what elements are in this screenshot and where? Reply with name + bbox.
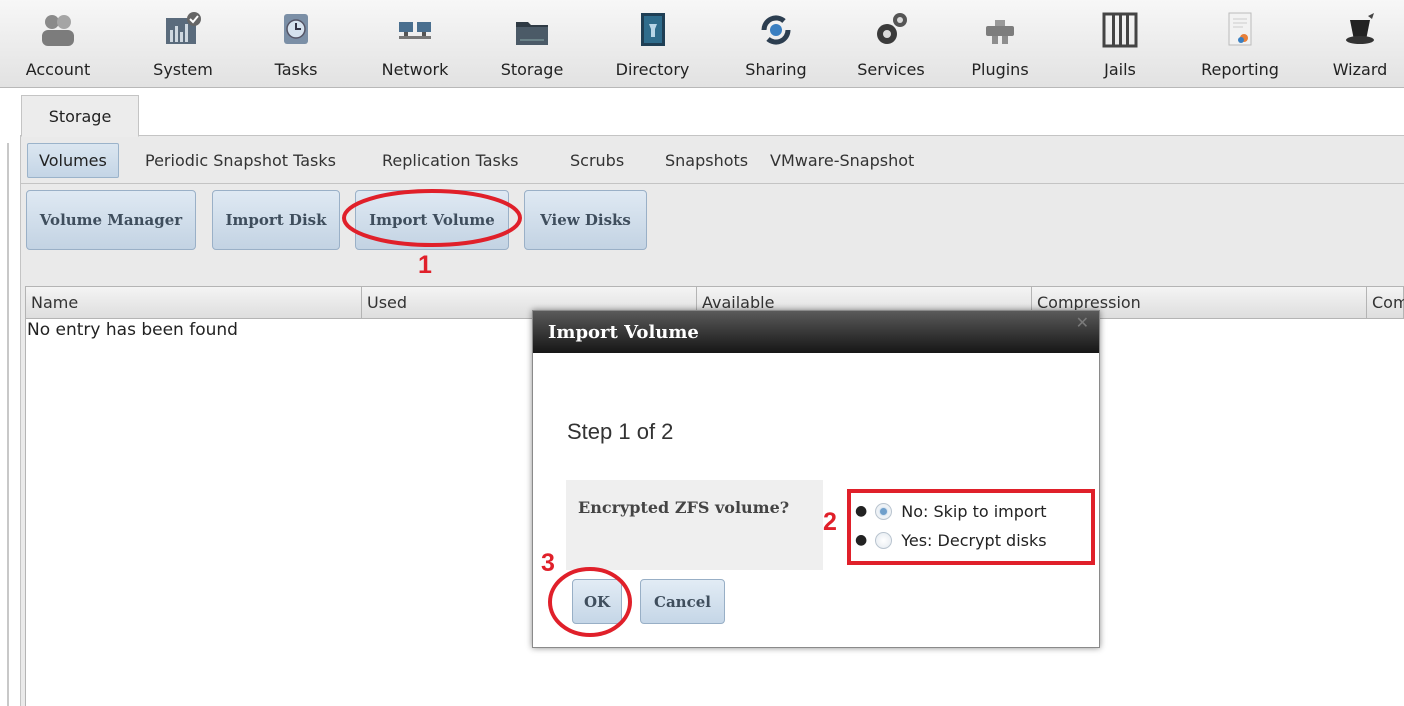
step-indicator: Step 1 of 2 [567,419,674,444]
nav-reporting[interactable]: Reporting [1190,0,1290,88]
sharing-icon [756,10,796,50]
storage-icon [512,10,552,50]
plugins-icon [980,10,1020,50]
annotation-number-3: 3 [541,549,555,577]
subtab-vmware-snapshot[interactable]: VMware-Snapshot [770,143,914,178]
dialog-title-bar: Import Volume ✕ [533,311,1099,353]
column-header-compression-ratio[interactable]: Com [1367,287,1404,318]
subtab-divider [20,183,1404,184]
nav-sharing[interactable]: Sharing [736,0,816,88]
encrypted-question-label: Encrypted ZFS volume? [578,498,790,517]
left-edge-rule [7,143,9,706]
wizard-icon [1340,10,1380,50]
annotation-ellipse-3 [548,567,632,637]
nav-system[interactable]: System [143,0,223,88]
nav-wizard[interactable]: Wizard [1320,0,1400,88]
top-navigation-bar: Account System Tasks Network Storage Dir… [0,0,1404,88]
annotation-box-2 [847,489,1095,565]
dialog-title: Import Volume [548,321,699,343]
empty-table-message: No entry has been found [27,320,238,340]
system-icon [163,10,203,50]
nav-tasks[interactable]: Tasks [256,0,336,88]
reporting-icon [1220,10,1260,50]
nav-storage[interactable]: Storage [492,0,572,88]
view-disks-button[interactable]: View Disks [524,190,647,250]
column-header-name[interactable]: Name [26,287,361,318]
close-icon[interactable]: ✕ [1076,313,1089,332]
nav-services[interactable]: Services [846,0,936,88]
jails-icon [1100,10,1140,50]
annotation-ellipse-1 [342,189,522,247]
nav-plugins[interactable]: Plugins [960,0,1040,88]
account-icon [38,10,78,50]
tasks-icon [276,10,316,50]
cancel-button[interactable]: Cancel [640,579,725,624]
volume-manager-button[interactable]: Volume Manager [26,190,196,250]
annotation-number-2: 2 [823,508,837,536]
subtab-snapshots[interactable]: Snapshots [665,143,748,178]
network-icon [395,10,435,50]
nav-network[interactable]: Network [370,0,460,88]
encrypted-question-cell: Encrypted ZFS volume? [566,480,823,570]
services-icon [871,10,911,50]
main-tab-strip [20,88,1404,136]
subtab-replication-tasks[interactable]: Replication Tasks [382,143,519,178]
subtab-periodic-snapshot-tasks[interactable]: Periodic Snapshot Tasks [145,143,336,178]
annotation-number-1: 1 [418,251,432,279]
directory-icon [633,10,673,50]
tab-storage[interactable]: Storage [21,95,139,137]
import-disk-button[interactable]: Import Disk [212,190,340,250]
nav-account[interactable]: Account [18,0,98,88]
nav-directory[interactable]: Directory [605,0,700,88]
nav-jails[interactable]: Jails [1085,0,1155,88]
subtab-scrubs[interactable]: Scrubs [570,143,624,178]
subtab-volumes[interactable]: Volumes [27,143,119,178]
